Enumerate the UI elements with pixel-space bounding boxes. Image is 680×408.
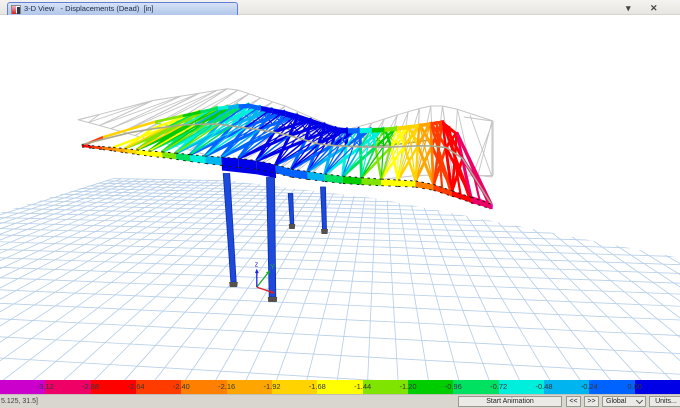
svg-text:Y: Y [270,264,275,271]
svg-text:z: z [255,262,259,269]
